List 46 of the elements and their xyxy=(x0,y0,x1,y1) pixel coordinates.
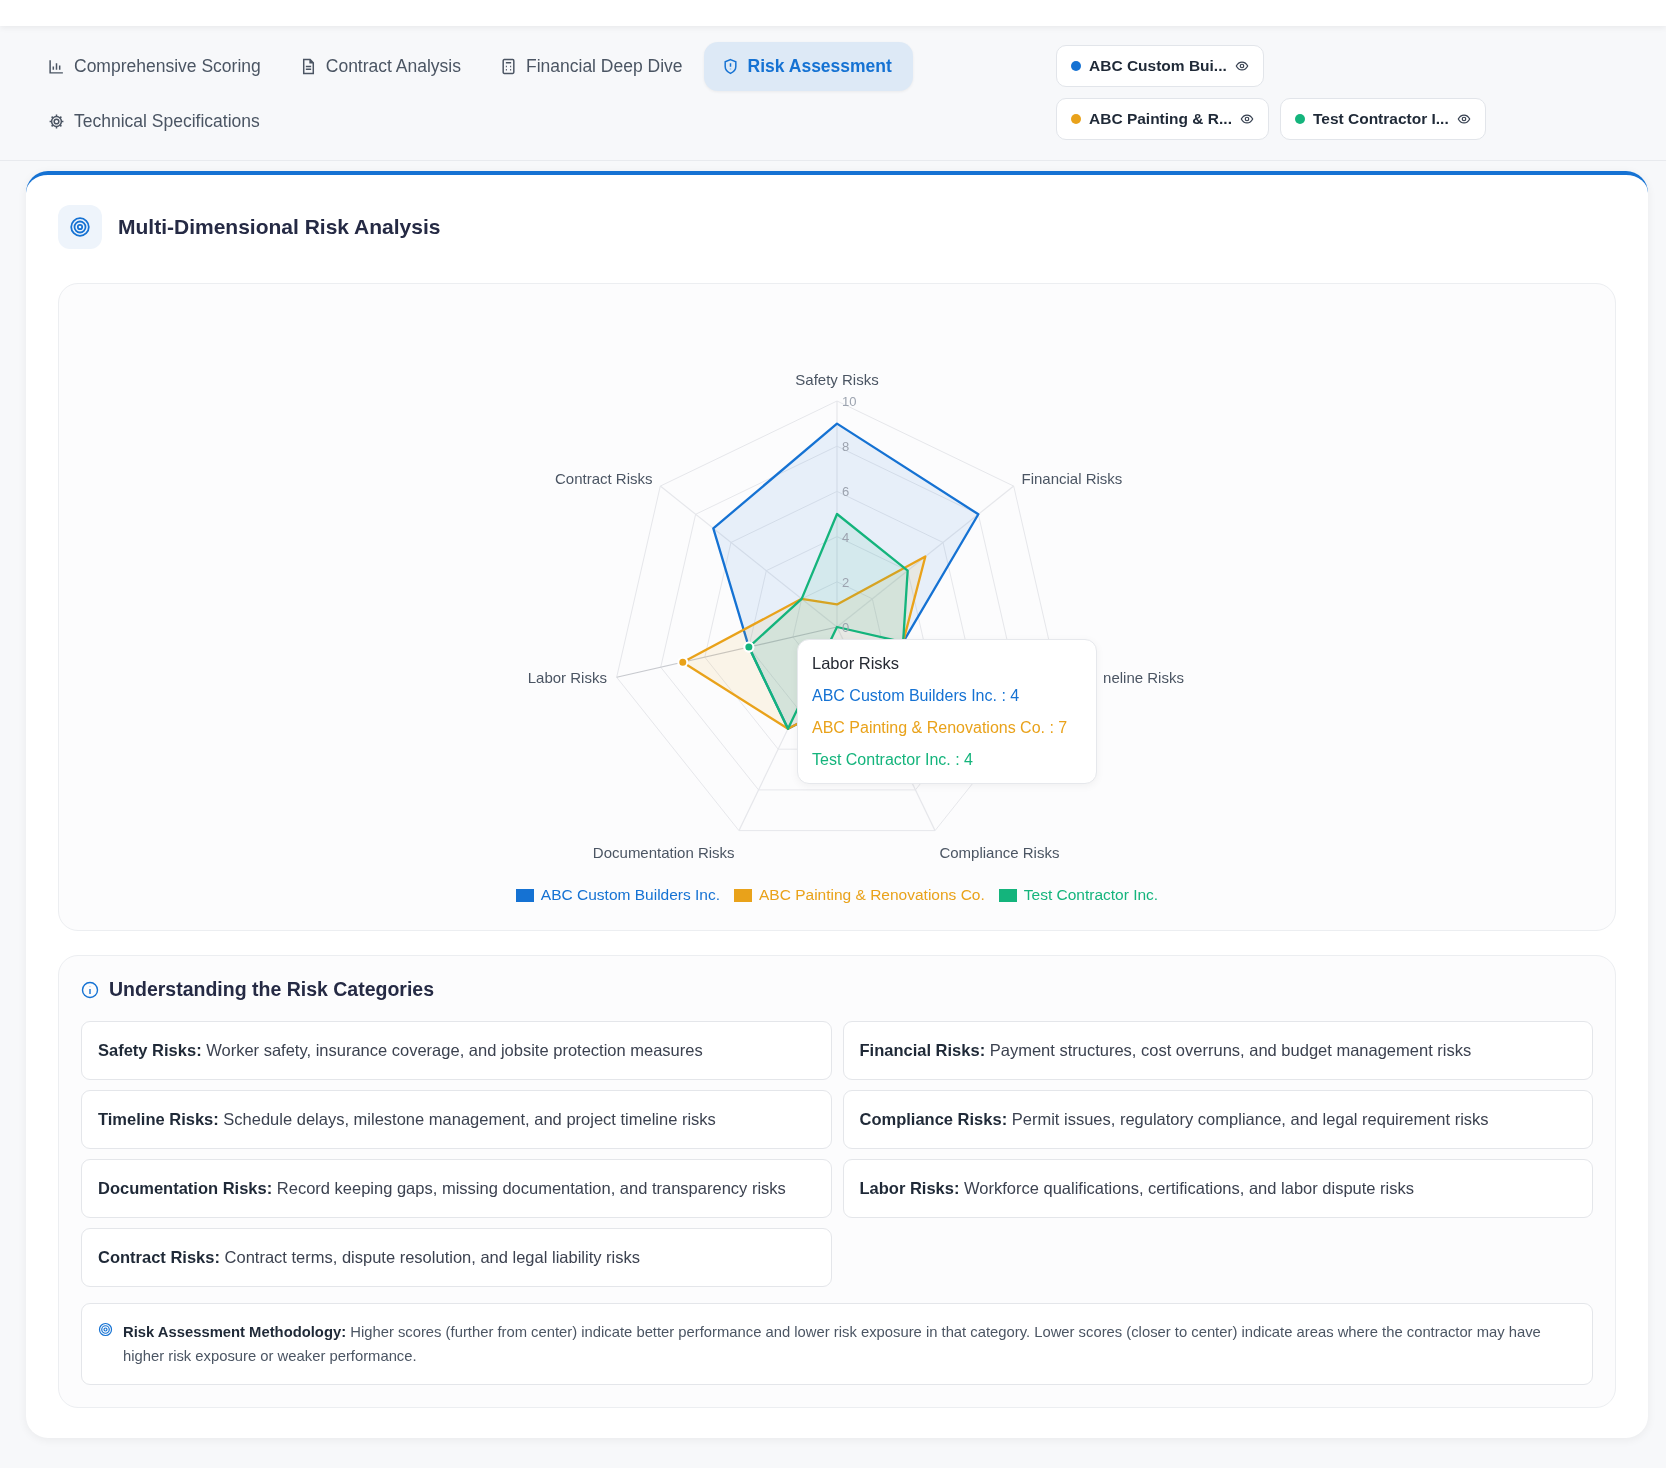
calculator-icon xyxy=(499,58,517,75)
contractor-chip[interactable]: ABC Painting & R... xyxy=(1056,98,1269,140)
tab[interactable]: Comprehensive Scoring xyxy=(30,42,282,91)
axis-label: Compliance Risks xyxy=(939,843,1060,861)
contractor-chip[interactable]: Test Contractor I... xyxy=(1279,98,1486,140)
tab[interactable]: Risk Assessment xyxy=(703,42,913,91)
tab[interactable]: Technical Specifications xyxy=(30,97,281,146)
tab[interactable]: Financial Deep Dive xyxy=(481,42,704,91)
target-icon xyxy=(98,1322,113,1337)
target-icon xyxy=(69,216,91,238)
section-title: Multi-Dimensional Risk Analysis xyxy=(118,215,441,239)
data-point xyxy=(677,656,689,668)
category-description: Documentation Risks: Record keeping gaps, missing documentation, and transparency risks xyxy=(81,1159,832,1218)
category-description: Compliance Risks: Permit issues, regulatory compliance, and legal requirement risks xyxy=(842,1090,1593,1149)
gear-icon xyxy=(48,113,65,130)
category-description: Timeline Risks: Schedule delays, milestone management, and project timeline risks xyxy=(81,1090,832,1149)
axis-tick: 6 xyxy=(842,484,850,500)
tooltip-value: Test Contractor Inc. : 4 xyxy=(812,751,974,769)
axis-label: Labor Risks xyxy=(527,669,607,687)
eye-icon xyxy=(1239,112,1254,126)
axis-label: Financial Risks xyxy=(1021,469,1123,487)
category-description: Contract Risks: Contract terms, dispute resolution, and legal liability risks xyxy=(81,1228,832,1287)
axis-label: Safety Risks xyxy=(795,370,879,388)
axis-label: Documentation Risks xyxy=(592,843,735,861)
axis-label: neline Risks xyxy=(1103,669,1184,687)
tooltip-title: Labor Risks xyxy=(812,654,901,673)
axis-tick: 10 xyxy=(842,394,857,409)
category-description: Labor Risks: Workforce qualifications, certifications, and labor dispute risks xyxy=(842,1159,1593,1218)
contractor-chip[interactable]: ABC Custom Bui... xyxy=(1056,45,1264,87)
methodology-text: Risk Assessment Methodology: Higher scores (further from center) indicate better performance and lower risk exposure in that category. Lower scores (closer to center) indicate areas where the contractor may have higher risk exposure or weaker performance. xyxy=(123,1323,1542,1366)
eye-icon xyxy=(1456,112,1471,126)
shield-icon xyxy=(721,58,739,75)
bar-chart-icon xyxy=(48,58,65,75)
eye-icon xyxy=(1234,59,1249,73)
axis-tick: 4 xyxy=(842,529,850,545)
category-description: Financial Risks: Payment structures, cost overruns, and budget management risks xyxy=(842,1021,1593,1080)
tab[interactable]: Contract Analysis xyxy=(281,42,482,91)
category-description: Safety Risks: Worker safety, insurance coverage, and jobsite protection measures xyxy=(81,1021,832,1080)
axis-tick: 2 xyxy=(842,574,850,590)
legend-label[interactable]: ABC Custom Builders Inc. xyxy=(540,886,721,904)
axis-tick: 8 xyxy=(842,439,850,455)
axis-label: Contract Risks xyxy=(554,469,653,487)
tooltip-value: ABC Custom Builders Inc. : 4 xyxy=(812,687,1021,705)
info-icon xyxy=(81,980,99,999)
panel-title: Understanding the Risk Categories xyxy=(109,978,435,1001)
tooltip-value: ABC Painting & Renovations Co. : 7 xyxy=(812,719,1069,737)
